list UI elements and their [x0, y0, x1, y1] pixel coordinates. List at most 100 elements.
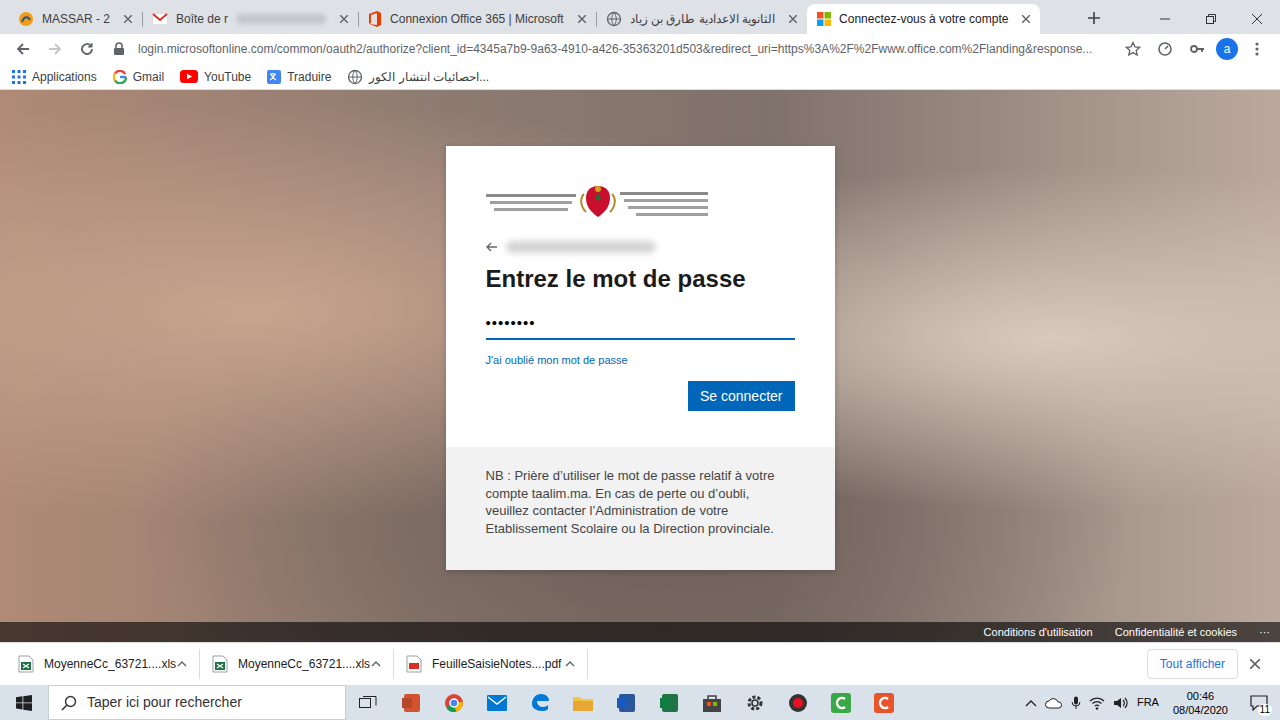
microsoft-icon: [817, 12, 831, 26]
login-form: Entrez le mot de passe J'ai oublié mon m…: [446, 146, 835, 447]
download-name: FeuilleSaisieNotes....pdf: [432, 655, 555, 673]
bookmark[interactable]: احصائيات انتشار الكور...: [347, 68, 489, 86]
tab-label: Boîte de r: [176, 10, 228, 28]
back-icon[interactable]: [10, 36, 36, 62]
key-icon[interactable]: [1184, 36, 1210, 62]
taskbar-search[interactable]: Taper ici pour rechercher: [48, 685, 346, 720]
downloads-bar: MoyenneCc_63721....xls MoyenneCc_63721...…: [0, 642, 1280, 685]
lock-icon[interactable]: [106, 36, 132, 62]
google-icon: [113, 70, 127, 84]
reload-icon[interactable]: [74, 36, 100, 62]
email-row[interactable]: [486, 236, 795, 258]
tab-label: الثانوية الاعدادية طارق بن زياد: [630, 10, 775, 28]
system-tray: FRA 00:46 08/04/2020 11: [1025, 685, 1280, 720]
taskbar: Taper ici pour rechercher FRA 00:46 08/0…: [0, 685, 1280, 720]
download-item[interactable]: FeuilleSaisieNotes....pdf: [394, 649, 588, 679]
close-tab-icon[interactable]: [789, 15, 797, 23]
chrome-icon[interactable]: [432, 685, 475, 720]
xls-file-icon: [212, 655, 228, 673]
bookmark-label: Traduire: [287, 68, 331, 86]
minimize-icon[interactable]: [1142, 4, 1188, 34]
word-icon[interactable]: [604, 685, 647, 720]
back-arrow-icon[interactable]: [486, 242, 498, 252]
close-tab-icon[interactable]: [124, 15, 132, 23]
wifi-icon[interactable]: [1089, 696, 1105, 710]
tab-strip: MASSAR - 2 Boîte de r Connexion Office 365…: [0, 0, 1280, 34]
footer-link[interactable]: ···: [1259, 624, 1270, 641]
xls-file-icon: [18, 655, 34, 673]
tab-list: MASSAR - 2 Boîte de r Connexion Office 365…: [8, 4, 1074, 34]
powerpoint-icon[interactable]: [389, 685, 432, 720]
bookmark-label: احصائيات انتشار الكور...: [369, 68, 489, 86]
browser-tab[interactable]: Connexion Office 365 | Microsoft: [358, 4, 596, 34]
restore-icon[interactable]: [1188, 4, 1234, 34]
massar-icon: [18, 11, 34, 27]
bookmark-label: Applications: [32, 68, 97, 86]
file-explorer-icon[interactable]: [561, 685, 604, 720]
office-icon: [368, 11, 382, 27]
bookmark[interactable]: Applications: [12, 68, 97, 86]
settings-icon[interactable]: [733, 685, 776, 720]
snagit-icon[interactable]: [862, 685, 905, 720]
browser-tab[interactable]: Connectez-vous à votre compte: [807, 4, 1040, 34]
chevron-icon[interactable]: [371, 661, 381, 667]
profile-avatar[interactable]: a: [1216, 38, 1238, 60]
show-all-button[interactable]: Tout afficher: [1147, 649, 1238, 679]
blurred-text: [236, 14, 326, 24]
edge-icon[interactable]: [518, 685, 561, 720]
address-bar: login.microsoftonline.com/common/oauth2/…: [0, 34, 1280, 64]
bookmark-label: Gmail: [133, 68, 164, 86]
new-tab-icon[interactable]: [1080, 4, 1108, 32]
forgot-password-link[interactable]: J'ai oublié mon mot de passe: [486, 352, 628, 368]
forward-icon[interactable]: [42, 36, 68, 62]
bookmark[interactable]: YouTube: [180, 68, 251, 86]
notification-center[interactable]: 11: [1242, 685, 1276, 720]
download-item[interactable]: MoyenneCc_63721....xls: [6, 649, 200, 679]
clock[interactable]: 00:46 08/04/2020: [1167, 689, 1234, 717]
login-note: NB : Prière d’utiliser le mot de passe r…: [446, 447, 835, 570]
download-item[interactable]: MoyenneCc_63721....xls: [200, 649, 394, 679]
ministry-logo: [486, 182, 795, 222]
volume-icon[interactable]: [1113, 696, 1129, 710]
sign-in-button[interactable]: Se connecter: [688, 381, 795, 411]
bookmarks-bar: Applications Gmail YouTube Traduire احصائيات…: [0, 64, 1280, 90]
download-name: MoyenneCc_63721....xls: [238, 655, 361, 673]
chevron-icon[interactable]: [177, 661, 187, 667]
download-name: MoyenneCc_63721....xls: [44, 655, 167, 673]
page-heading: Entrez le mot de passe: [486, 264, 795, 294]
password-field[interactable]: [486, 306, 795, 340]
clock-time: 00:46: [1173, 689, 1228, 703]
youtube-icon: [180, 70, 198, 83]
microphone-icon[interactable]: [1071, 696, 1081, 710]
bookmark[interactable]: Traduire: [267, 68, 331, 86]
browser-tab[interactable]: الثانوية الاعدادية طارق بن زياد: [596, 4, 807, 34]
close-tab-icon[interactable]: [578, 15, 586, 23]
excel-icon[interactable]: [647, 685, 690, 720]
mail-icon[interactable]: [475, 685, 518, 720]
background-photo: Entrez le mot de passe J'ai oublié mon m…: [0, 90, 1280, 642]
url-text[interactable]: login.microsoftonline.com/common/oauth2/…: [138, 40, 1114, 58]
tray-chevron-icon[interactable]: [1025, 699, 1037, 707]
store-icon[interactable]: [690, 685, 733, 720]
login-stage: Entrez le mot de passe J'ai oublié mon m…: [0, 90, 1280, 622]
footer-link[interactable]: Confidentialité et cookies: [1115, 624, 1237, 641]
menu-icon[interactable]: [1244, 36, 1270, 62]
star-icon[interactable]: [1120, 36, 1146, 62]
footer-link[interactable]: Conditions d'utilisation: [984, 624, 1093, 641]
chevron-icon[interactable]: [565, 661, 575, 667]
bookmark[interactable]: Gmail: [113, 68, 164, 86]
onedrive-icon[interactable]: [1045, 697, 1063, 709]
browser-tab[interactable]: Boîte de r: [142, 4, 358, 34]
close-tab-icon[interactable]: [340, 15, 348, 23]
close-tab-icon[interactable]: [1022, 15, 1030, 23]
browser-tab[interactable]: MASSAR - 2: [8, 4, 142, 34]
close-window-icon[interactable]: [1234, 4, 1280, 34]
windows-start-icon[interactable]: [0, 685, 48, 720]
close-downloads-icon[interactable]: [1238, 649, 1272, 679]
task-view-icon[interactable]: [346, 685, 389, 720]
bookmark-label: YouTube: [204, 68, 251, 86]
speed-icon[interactable]: [1152, 36, 1178, 62]
camtasia-icon[interactable]: [819, 685, 862, 720]
language-indicator[interactable]: FRA: [1137, 694, 1159, 711]
record-icon[interactable]: [776, 685, 819, 720]
